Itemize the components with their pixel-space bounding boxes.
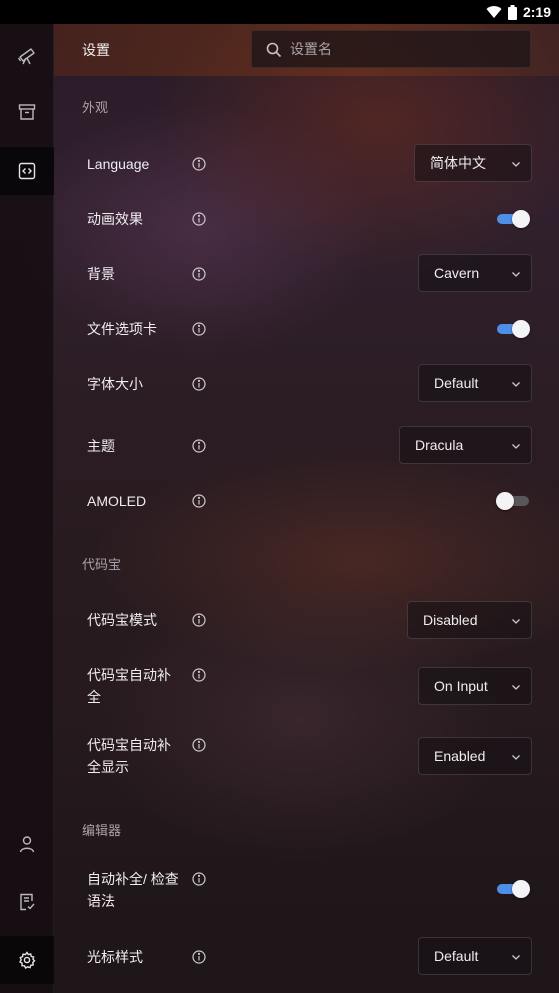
setting-label-file-tabs: 文件选项卡 <box>87 321 157 337</box>
wifi-icon <box>486 6 502 19</box>
archive-icon <box>18 104 36 120</box>
info-icon[interactable] <box>192 267 206 281</box>
animation-toggle[interactable] <box>497 209 531 229</box>
codeium-autocomplete-value: On Input <box>434 678 488 694</box>
chevron-down-icon <box>512 685 520 690</box>
rail-editor-button[interactable] <box>0 147 54 195</box>
amoled-toggle[interactable] <box>496 491 531 511</box>
info-icon[interactable] <box>192 494 206 508</box>
codeium-display-select[interactable]: Enabled <box>418 737 532 775</box>
search-box[interactable] <box>251 30 531 68</box>
info-icon[interactable] <box>192 872 206 886</box>
info-icon[interactable] <box>192 738 206 752</box>
chevron-down-icon <box>512 955 520 960</box>
chevron-down-icon <box>512 755 520 760</box>
settings-icon <box>19 951 36 969</box>
section-title-appearance: 外观 <box>82 100 109 115</box>
theme-value: Dracula <box>415 437 464 453</box>
autocomplete-lint-toggle[interactable] <box>497 879 531 899</box>
section-title-editor: 编辑器 <box>82 823 122 838</box>
codeium-display-value: Enabled <box>434 748 486 764</box>
info-icon[interactable] <box>192 668 206 682</box>
info-icon[interactable] <box>192 157 206 171</box>
codeium-mode-value: Disabled <box>423 612 478 628</box>
font-size-value: Default <box>434 375 479 391</box>
chevron-down-icon <box>512 162 520 167</box>
language-select[interactable]: 简体中文 <box>414 144 532 182</box>
rail-archive-button[interactable] <box>0 88 54 136</box>
status-bar: 2:19 <box>0 0 559 24</box>
setting-label-autocomplete-lint: 自动补全/ 检查语法 <box>87 871 179 909</box>
code-icon <box>18 162 36 180</box>
rail-telescope-button[interactable] <box>0 32 54 80</box>
user-icon <box>19 836 35 853</box>
setting-label-codeium-mode: 代码宝模式 <box>87 612 157 628</box>
chevron-down-icon <box>512 619 520 624</box>
setting-label-font-size: 字体大小 <box>87 376 143 392</box>
language-value: 简体中文 <box>430 155 486 171</box>
settings-header: 设置 <box>54 24 559 76</box>
rail-account-button[interactable] <box>0 820 54 868</box>
search-icon <box>266 42 282 58</box>
rail-settings-button[interactable] <box>0 936 54 984</box>
setting-label-theme: 主题 <box>87 438 115 454</box>
cursor-style-value: Default <box>434 948 479 964</box>
battery-icon <box>507 4 517 20</box>
status-time: 2:19 <box>522 4 551 20</box>
setting-label-language: Language <box>87 156 150 172</box>
setting-label-animation: 动画效果 <box>87 211 143 227</box>
page-title: 设置 <box>82 42 110 58</box>
setting-label-codeium-display: 代码宝自动补全显示 <box>87 737 171 775</box>
cursor-style-select[interactable]: Default <box>418 937 532 975</box>
chevron-down-icon <box>512 444 520 449</box>
file-tabs-toggle[interactable] <box>497 319 531 339</box>
setting-label-codeium-autocomplete: 代码宝自动补全 <box>87 667 171 705</box>
background-select[interactable]: Cavern <box>418 254 532 292</box>
section-title-codeium: 代码宝 <box>82 557 122 572</box>
info-icon[interactable] <box>192 613 206 627</box>
setting-label-amoled: AMOLED <box>87 493 147 509</box>
theme-select[interactable]: Dracula <box>399 426 532 464</box>
rail-tasks-button[interactable] <box>0 878 54 926</box>
codeium-mode-select[interactable]: Disabled <box>407 601 532 639</box>
codeium-autocomplete-select[interactable]: On Input <box>418 667 532 705</box>
chevron-down-icon <box>512 382 520 387</box>
info-icon[interactable] <box>192 377 206 391</box>
info-icon[interactable] <box>192 950 206 964</box>
telescope-icon <box>17 48 35 65</box>
info-icon[interactable] <box>192 439 206 453</box>
info-icon[interactable] <box>192 212 206 226</box>
font-size-select[interactable]: Default <box>418 364 532 402</box>
info-icon[interactable] <box>192 322 206 336</box>
document-check-icon <box>20 893 35 911</box>
chevron-down-icon <box>512 272 520 277</box>
background-value: Cavern <box>434 265 480 281</box>
setting-label-cursor-style: 光标样式 <box>87 949 143 965</box>
setting-label-background: 背景 <box>87 266 115 282</box>
search-input[interactable] <box>290 31 520 67</box>
navigation-rail <box>0 24 54 993</box>
